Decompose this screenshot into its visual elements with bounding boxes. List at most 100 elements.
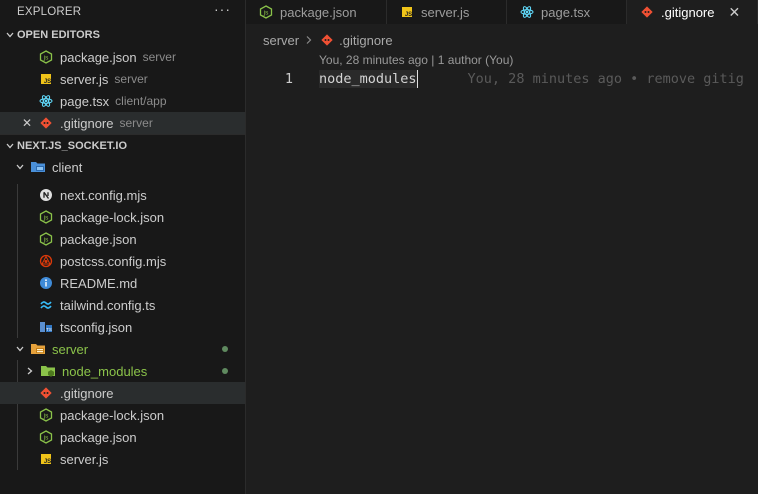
chevron-down-icon <box>12 344 28 354</box>
project-title: NEXT.JS_SOCKET.IO <box>17 139 128 152</box>
file-name: .gitignore <box>60 385 114 401</box>
open-editor-desc: server <box>142 50 176 64</box>
code-text[interactable]: node_modules <box>319 70 418 88</box>
folder-label: node_modules <box>62 363 148 379</box>
file-name: package-lock.json <box>60 209 165 225</box>
client-children: next.config.mjs js package-lock.json js … <box>0 184 245 338</box>
file-name: package-lock.json <box>60 407 165 423</box>
file-item[interactable]: tailwind.config.ts <box>0 294 245 316</box>
git-codelens[interactable]: You, 28 minutes ago | 1 author (You) <box>319 53 513 67</box>
next-icon <box>38 187 54 203</box>
open-editor-name: .gitignore <box>60 115 114 131</box>
breadcrumb: server .gitignore <box>247 24 758 56</box>
react-icon <box>38 93 54 109</box>
folder-client[interactable]: client <box>0 156 245 178</box>
react-icon <box>519 4 535 20</box>
git-modified-dot <box>222 346 228 352</box>
file-name: server.js <box>60 451 109 467</box>
file-item[interactable]: js package-lock.json <box>0 206 245 228</box>
svg-text:JS: JS <box>405 12 412 18</box>
tab-label: package.json <box>280 4 357 20</box>
file-item[interactable]: js package.json <box>0 228 245 250</box>
close-icon[interactable]: ✕ <box>728 4 740 21</box>
open-editor-desc: client/app <box>115 94 167 108</box>
tab-package-json[interactable]: js package.json <box>246 0 387 24</box>
chevron-right-icon <box>22 366 38 376</box>
file-item[interactable]: JS server.js <box>0 448 245 470</box>
nodejs-icon: js <box>38 407 54 423</box>
folder-server-icon <box>30 341 46 357</box>
open-editors-title: OPEN EDITORS <box>17 29 100 41</box>
text-cursor <box>416 70 418 88</box>
tab-gitignore[interactable]: .gitignore ✕ <box>627 0 758 24</box>
file-name: package.json <box>60 429 137 445</box>
editor-tabs: js package.json JS server.js page.tsx .g… <box>246 0 758 24</box>
breadcrumb-file[interactable]: .gitignore <box>339 33 392 48</box>
open-editor-item[interactable]: js package.json server <box>0 46 245 68</box>
line-number: 1 <box>284 71 293 87</box>
file-name: package.json <box>60 231 137 247</box>
file-name: postcss.config.mjs <box>60 253 167 269</box>
nodejs-icon: js <box>38 231 54 247</box>
open-editor-name: server.js <box>60 71 109 87</box>
file-name: tsconfig.json <box>60 319 133 335</box>
chevron-down-icon <box>12 162 28 172</box>
svg-text:JS: JS <box>44 459 51 465</box>
code-line[interactable]: 1 node_modules You, 28 minutes ago • rem… <box>247 68 758 90</box>
file-name: README.md <box>60 275 138 291</box>
tab-server-js[interactable]: JS server.js <box>387 0 507 24</box>
js-icon: JS <box>38 71 54 87</box>
file-item[interactable]: TS tsconfig.json <box>0 316 245 338</box>
file-name: tailwind.config.ts <box>60 297 156 313</box>
svg-text:js: js <box>263 10 269 17</box>
code-content: node_modules <box>319 71 417 87</box>
project-header[interactable]: NEXT.JS_SOCKET.IO <box>0 134 245 156</box>
git-icon <box>319 32 335 48</box>
open-editor-item[interactable]: JS server.js server <box>0 68 245 90</box>
folder-node-icon <box>40 363 56 379</box>
svg-text:js: js <box>43 413 49 420</box>
open-editor-name: package.json <box>60 49 137 65</box>
tab-page-tsx[interactable]: page.tsx <box>507 0 627 24</box>
postcss-icon <box>38 253 54 269</box>
js-icon: JS <box>38 451 54 467</box>
folder-label: client <box>52 159 83 175</box>
close-icon[interactable]: ✕ <box>22 116 32 130</box>
svg-text:js: js <box>43 215 49 222</box>
explorer-header: EXPLORER ··· <box>0 0 245 24</box>
file-item[interactable]: js package-lock.json <box>0 404 245 426</box>
svg-text:js: js <box>43 435 49 442</box>
open-editor-item[interactable]: page.tsx client/app <box>0 90 245 112</box>
folder-node-modules[interactable]: node_modules <box>0 360 245 382</box>
editor-area: server .gitignore You, 28 minutes ago | … <box>247 24 758 494</box>
tab-label: server.js <box>421 4 470 20</box>
more-actions-button[interactable]: ··· <box>214 1 231 17</box>
js-icon: JS <box>399 4 415 20</box>
tab-label: .gitignore <box>661 4 715 20</box>
git-icon <box>38 115 54 131</box>
tab-label: page.tsx <box>541 4 591 20</box>
file-name: next.config.mjs <box>60 187 147 203</box>
folder-server[interactable]: server <box>0 338 245 360</box>
file-item-selected[interactable]: .gitignore <box>0 382 245 404</box>
open-editor-item-active[interactable]: ✕ .gitignore server <box>0 112 245 134</box>
git-icon <box>639 4 655 20</box>
svg-text:JS: JS <box>44 79 51 85</box>
nodejs-icon: js <box>258 4 274 20</box>
svg-text:TS: TS <box>46 327 52 332</box>
file-item[interactable]: next.config.mjs <box>0 184 245 206</box>
chevron-down-icon <box>3 30 17 40</box>
file-item[interactable]: js package.json <box>0 426 245 448</box>
file-item[interactable]: postcss.config.mjs <box>0 250 245 272</box>
chevron-down-icon <box>3 141 17 151</box>
git-icon <box>38 385 54 401</box>
file-item[interactable]: README.md <box>0 272 245 294</box>
explorer-title: EXPLORER <box>17 6 82 18</box>
folder-label: server <box>52 341 89 357</box>
open-editor-desc: server <box>119 116 153 130</box>
nodejs-icon: js <box>38 209 54 225</box>
breadcrumb-folder[interactable]: server <box>263 33 299 48</box>
tailwind-icon <box>38 297 54 313</box>
open-editors-header[interactable]: OPEN EDITORS <box>0 24 245 46</box>
open-editor-desc: server <box>114 72 148 86</box>
